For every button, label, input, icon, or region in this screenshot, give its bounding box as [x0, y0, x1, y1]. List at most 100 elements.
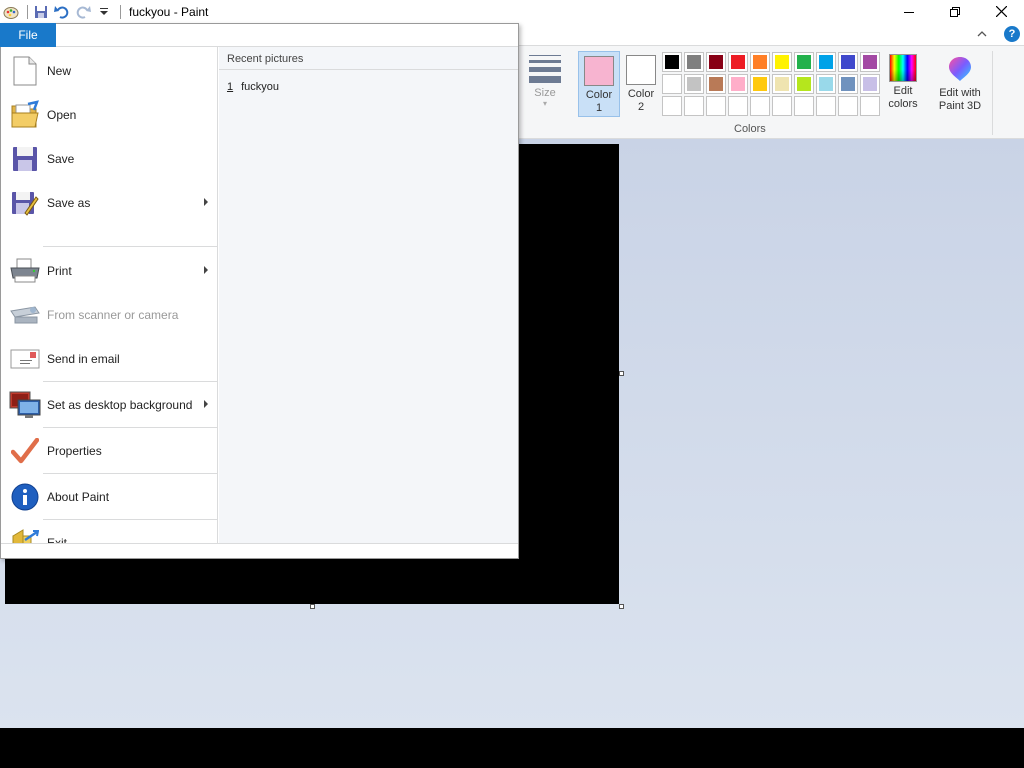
- collapse-ribbon-chevron-icon[interactable]: [974, 26, 990, 42]
- menu-item-save-as[interactable]: Save as: [1, 181, 218, 225]
- palette-swatch[interactable]: [706, 52, 726, 72]
- file-menu: File New Open Save Save as Print From sc…: [0, 23, 519, 559]
- palette-swatch[interactable]: [728, 52, 748, 72]
- recent-pictures-pane: Recent pictures 1 fuckyou: [219, 47, 518, 543]
- menu-item-save[interactable]: Save: [1, 137, 218, 181]
- undo-icon[interactable]: [53, 3, 71, 21]
- palette-swatch[interactable]: [728, 96, 748, 116]
- edit-colors-button[interactable]: Edit colors: [882, 51, 924, 117]
- resize-handle-right[interactable]: [619, 371, 624, 376]
- palette-swatch[interactable]: [750, 96, 770, 116]
- menu-item-label: Print: [47, 264, 72, 278]
- palette-swatch[interactable]: [816, 74, 836, 94]
- save-icon[interactable]: [32, 3, 50, 21]
- palette-swatch[interactable]: [860, 74, 880, 94]
- menu-item-label: Set as desktop background: [47, 398, 193, 412]
- palette-swatch-color: [797, 99, 811, 113]
- palette-swatch[interactable]: [838, 74, 858, 94]
- palette-swatch[interactable]: [838, 52, 858, 72]
- palette-swatch-color: [841, 99, 855, 113]
- size-label: Size: [534, 87, 556, 99]
- paint3d-icon: [945, 54, 975, 84]
- palette-swatch[interactable]: [772, 52, 792, 72]
- menu-divider: [43, 473, 218, 474]
- palette-swatch-color: [775, 55, 789, 69]
- color2-button[interactable]: Color 2: [620, 51, 662, 117]
- menu-item-print[interactable]: Print: [1, 249, 218, 293]
- menu-divider: [43, 246, 218, 247]
- submenu-arrow-icon: [204, 198, 208, 206]
- menu-item-label: Save as: [47, 196, 91, 210]
- palette-swatch[interactable]: [750, 52, 770, 72]
- checkmark-icon: [7, 433, 43, 469]
- palette-swatch[interactable]: [794, 52, 814, 72]
- palette-swatch[interactable]: [794, 96, 814, 116]
- menu-item-send-email[interactable]: Send in email: [1, 337, 218, 381]
- restore-button[interactable]: [932, 0, 978, 23]
- color1-label-line2: 1: [595, 102, 603, 114]
- palette-swatch[interactable]: [838, 96, 858, 116]
- size-button[interactable]: Size ▾: [522, 51, 568, 121]
- title-bar: fuckyou - Paint: [0, 0, 1024, 23]
- menu-item-new[interactable]: New: [1, 49, 218, 93]
- palette-swatch-color: [863, 77, 877, 91]
- menu-item-label: From scanner or camera: [47, 308, 179, 322]
- palette-swatch[interactable]: [684, 96, 704, 116]
- palette-swatch-color: [775, 77, 789, 91]
- palette-swatch-color: [841, 55, 855, 69]
- save-as-icon: [7, 185, 43, 221]
- file-menu-commands: New Open Save Save as Print From scanner…: [1, 47, 218, 558]
- scanner-icon: [7, 297, 43, 333]
- color1-label-line1: Color: [585, 89, 613, 101]
- palette-swatch[interactable]: [706, 74, 726, 94]
- close-button[interactable]: [978, 0, 1024, 23]
- palette-swatch[interactable]: [860, 96, 880, 116]
- palette-swatch-color: [665, 77, 679, 91]
- palette-swatch[interactable]: [794, 74, 814, 94]
- palette-swatch-color: [863, 55, 877, 69]
- palette-swatch[interactable]: [860, 52, 880, 72]
- palette-swatch[interactable]: [662, 96, 682, 116]
- palette-swatch-color: [819, 77, 833, 91]
- menu-divider: [43, 519, 218, 520]
- palette-swatch[interactable]: [662, 52, 682, 72]
- palette-swatch-color: [863, 99, 877, 113]
- palette-swatch-color: [775, 99, 789, 113]
- menu-item-set-desktop-background[interactable]: Set as desktop background: [1, 383, 218, 427]
- palette-swatch[interactable]: [706, 96, 726, 116]
- palette-swatch-color: [753, 55, 767, 69]
- resize-handle-bottom[interactable]: [310, 604, 315, 609]
- palette-swatch[interactable]: [728, 74, 748, 94]
- palette-swatch[interactable]: [772, 74, 792, 94]
- menu-item-open[interactable]: Open: [1, 93, 218, 137]
- menu-item-properties[interactable]: Properties: [1, 429, 218, 473]
- palette-swatch-color: [753, 77, 767, 91]
- palette-swatch[interactable]: [750, 74, 770, 94]
- customize-toolbar-chevron-icon[interactable]: [95, 3, 113, 21]
- palette-swatch[interactable]: [684, 74, 704, 94]
- help-icon[interactable]: ?: [1004, 26, 1020, 42]
- recent-item[interactable]: 1 fuckyou: [227, 81, 279, 93]
- palette-swatch-color: [709, 99, 723, 113]
- recent-item-number: 1: [227, 81, 234, 93]
- new-document-icon: [7, 53, 43, 89]
- palette-swatch[interactable]: [662, 74, 682, 94]
- size-dropdown-arrow-icon: ▾: [542, 99, 547, 108]
- color1-button[interactable]: Color 1: [578, 51, 620, 117]
- paint-app-icon[interactable]: [2, 3, 20, 21]
- redo-icon[interactable]: [74, 3, 92, 21]
- menu-item-about-paint[interactable]: About Paint: [1, 475, 218, 519]
- resize-handle-corner[interactable]: [619, 604, 624, 609]
- palette-swatch-color: [731, 77, 745, 91]
- menu-item-label: Properties: [47, 444, 102, 458]
- minimize-button[interactable]: [886, 0, 932, 23]
- edit-with-paint3d-button[interactable]: Edit with Paint 3D: [934, 51, 986, 117]
- menu-item-label: About Paint: [47, 490, 110, 504]
- color2-swatch: [626, 55, 656, 85]
- palette-swatch[interactable]: [684, 52, 704, 72]
- palette-swatch[interactable]: [816, 96, 836, 116]
- menu-divider: [43, 381, 218, 382]
- file-menu-tab[interactable]: File: [0, 23, 56, 47]
- palette-swatch[interactable]: [816, 52, 836, 72]
- palette-swatch[interactable]: [772, 96, 792, 116]
